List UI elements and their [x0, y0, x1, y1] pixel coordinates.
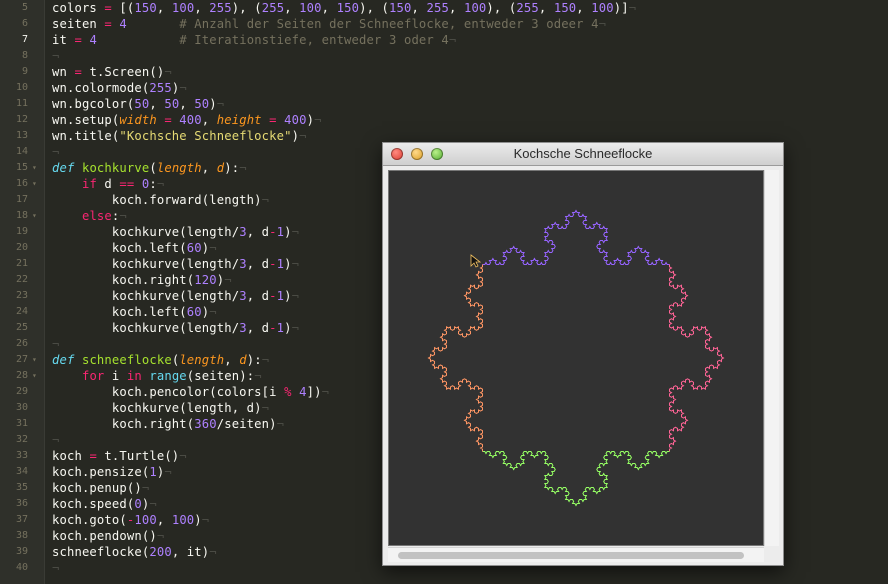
code-line[interactable]: else:¬ [52, 208, 127, 224]
code-line[interactable]: if d == 0:¬ [52, 176, 164, 192]
fold-toggle-icon[interactable]: ▾ [32, 368, 42, 384]
code-line[interactable]: koch.left(60)¬ [52, 304, 217, 320]
line-number: 6 [21, 18, 28, 29]
code-line[interactable]: it = 4 # Iterationstiefe, entweder 3 ode… [52, 32, 456, 48]
code-line[interactable]: koch.pencolor(colors[i % 4])¬ [52, 384, 329, 400]
code-line[interactable]: kochkurve(length/3, d-1)¬ [52, 288, 299, 304]
line-number: 11 [15, 98, 28, 109]
line-number: 23 [15, 290, 28, 301]
fold-toggle-icon[interactable]: ▾ [32, 352, 42, 368]
code-line[interactable]: colors = [(150, 100, 255), (255, 100, 15… [52, 0, 636, 16]
code-line[interactable]: koch.penup()¬ [52, 480, 149, 496]
horizontal-scroll-thumb[interactable] [398, 552, 744, 559]
window-title: Kochsche Schneeflocke [513, 146, 653, 161]
code-line[interactable]: schneeflocke(200, it)¬ [52, 544, 217, 560]
line-number: 15 [15, 162, 28, 173]
vertical-scrollbar[interactable] [764, 170, 779, 546]
line-number: 31 [15, 418, 28, 429]
code-line[interactable]: koch.pendown()¬ [52, 528, 164, 544]
koch-curve-side [669, 264, 725, 452]
line-number: 29 [15, 386, 28, 397]
line-number: 18 [15, 210, 28, 221]
code-line[interactable]: wn.colormode(255)¬ [52, 80, 187, 96]
line-number: 25 [15, 322, 28, 333]
fold-toggle-icon[interactable]: ▾ [32, 160, 42, 176]
code-line[interactable]: kochkurve(length/3, d-1)¬ [52, 256, 299, 272]
line-number: 7 [21, 34, 28, 45]
line-number: 26 [15, 338, 28, 349]
code-line[interactable]: ¬ [52, 48, 60, 64]
turtle-window[interactable]: Kochsche Schneeflocke [382, 142, 784, 566]
code-line[interactable]: ¬ [52, 144, 60, 160]
line-number: 8 [21, 50, 28, 61]
koch-curve-side [482, 451, 670, 507]
line-number: 5 [21, 2, 28, 13]
code-line[interactable]: koch.right(120)¬ [52, 272, 232, 288]
arrow-cursor-icon [470, 254, 482, 268]
line-number: 13 [15, 130, 28, 141]
code-line[interactable]: koch = t.Turtle()¬ [52, 448, 187, 464]
code-line[interactable]: kochkurve(length, d)¬ [52, 400, 269, 416]
line-number: 28 [15, 370, 28, 381]
line-number: 35 [15, 482, 28, 493]
code-line[interactable]: kochkurve(length/3, d-1)¬ [52, 224, 299, 240]
code-line[interactable]: wn.setup(width = 400, height = 400)¬ [52, 112, 322, 128]
line-number: 27 [15, 354, 28, 365]
fold-toggle-icon[interactable]: ▾ [32, 176, 42, 192]
window-titlebar[interactable]: Kochsche Schneeflocke [383, 143, 783, 166]
line-number: 34 [15, 466, 28, 477]
code-line[interactable]: koch.pensize(1)¬ [52, 464, 172, 480]
code-line[interactable]: for i in range(seiten):¬ [52, 368, 262, 384]
turtle-canvas[interactable] [388, 170, 764, 546]
code-line[interactable]: wn = t.Screen()¬ [52, 64, 172, 80]
code-line[interactable]: ¬ [52, 432, 60, 448]
line-number: 14 [15, 146, 28, 157]
koch-curve-side [482, 209, 670, 265]
code-line[interactable]: ¬ [52, 336, 60, 352]
line-number: 9 [21, 66, 28, 77]
line-number: 21 [15, 258, 28, 269]
code-line[interactable]: koch.forward(length)¬ [52, 192, 269, 208]
line-number: 36 [15, 498, 28, 509]
code-line[interactable]: koch.right(360/seiten)¬ [52, 416, 284, 432]
horizontal-scrollbar[interactable] [388, 547, 764, 562]
line-number: 19 [15, 226, 28, 237]
code-line[interactable]: def kochkurve(length, d):¬ [52, 160, 247, 176]
line-number: 20 [15, 242, 28, 253]
code-line[interactable]: seiten = 4 # Anzahl der Seiten der Schne… [52, 16, 606, 32]
code-line[interactable]: koch.goto(-100, 100)¬ [52, 512, 209, 528]
koch-snowflake-drawing [427, 209, 725, 507]
line-number: 38 [15, 530, 28, 541]
line-number: 37 [15, 514, 28, 525]
line-number: 17 [15, 194, 28, 205]
line-number: 24 [15, 306, 28, 317]
line-number: 22 [15, 274, 28, 285]
line-number: 30 [15, 402, 28, 413]
line-number: 16 [15, 178, 28, 189]
line-number: 39 [15, 546, 28, 557]
line-number-gutter: 5 6 7 8 9 10 11 12 13 14 15 ▾ 16 ▾ 17 18 ▾ 19 20 21 22 23 24 25… [0, 0, 45, 584]
code-line[interactable]: def schneeflocke(length, d):¬ [52, 352, 269, 368]
fold-toggle-icon[interactable]: ▾ [32, 208, 42, 224]
line-number: 32 [15, 434, 28, 445]
code-line[interactable]: kochkurve(length/3, d-1)¬ [52, 320, 299, 336]
line-number: 10 [15, 82, 28, 93]
koch-curve-side [427, 264, 483, 452]
line-number: 12 [15, 114, 28, 125]
code-line[interactable]: koch.left(60)¬ [52, 240, 217, 256]
line-number: 40 [15, 562, 28, 573]
code-line[interactable]: wn.bgcolor(50, 50, 50)¬ [52, 96, 224, 112]
code-line[interactable]: wn.title("Kochsche Schneeflocke")¬ [52, 128, 307, 144]
code-line[interactable]: koch.speed(0)¬ [52, 496, 157, 512]
code-line[interactable]: ¬ [52, 560, 60, 576]
line-number: 33 [15, 450, 28, 461]
